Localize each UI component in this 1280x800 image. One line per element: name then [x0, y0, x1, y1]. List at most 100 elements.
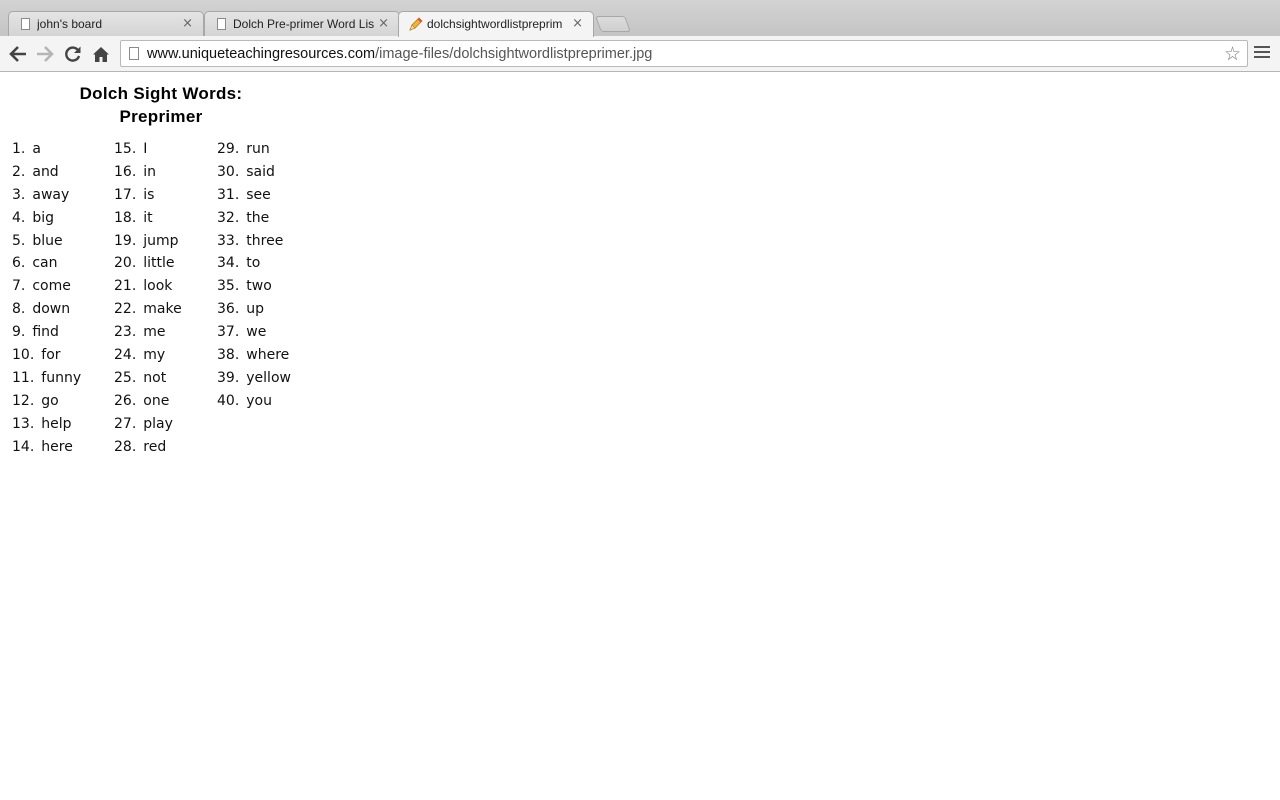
- title-line-2: Preprimer: [119, 107, 203, 126]
- bookmark-star-icon[interactable]: ☆: [1224, 43, 1241, 65]
- sight-word: three: [246, 232, 284, 249]
- word-number: 16.: [114, 163, 137, 180]
- list-item: 5. blue: [12, 230, 81, 253]
- sight-word: red: [143, 438, 167, 455]
- new-tab-button[interactable]: [595, 16, 631, 32]
- word-number: 15.: [114, 141, 137, 157]
- sight-word: play: [143, 415, 173, 432]
- sight-word: where: [246, 347, 290, 364]
- sight-word: big: [32, 209, 55, 226]
- list-item: 26. one: [114, 390, 182, 413]
- word-number: 32.: [217, 209, 240, 226]
- list-item: 2. and: [12, 161, 81, 184]
- list-item: 3. away: [12, 184, 81, 207]
- word-number: 25.: [114, 369, 137, 386]
- word-column-2: 15. I 16. in 17. is 18. it 19. jump 20. little 21. lo…: [114, 138, 182, 458]
- word-number: 37.: [217, 324, 240, 341]
- tab-title: dolchsightwordlistpreprim: [427, 17, 563, 31]
- sight-word: run: [246, 141, 270, 157]
- word-number: 8.: [12, 301, 26, 318]
- word-number: 4.: [12, 209, 26, 226]
- tab-strip: john's board × Dolch Pre-primer Word Lis…: [0, 0, 1280, 37]
- close-icon[interactable]: ×: [572, 16, 583, 31]
- forward-arrow-icon: [37, 46, 54, 62]
- sight-word: look: [143, 278, 173, 295]
- sight-word: go: [41, 392, 59, 409]
- word-number: 28.: [114, 438, 137, 455]
- word-number: 27.: [114, 415, 137, 432]
- close-icon[interactable]: ×: [182, 16, 193, 31]
- url-path: /image-files/dolchsightwordlistpreprimer…: [375, 46, 653, 62]
- word-number: 18.: [114, 209, 137, 226]
- sight-word: not: [143, 369, 167, 386]
- list-item: 8. down: [12, 298, 81, 321]
- sight-word: can: [32, 255, 58, 272]
- tab-title: Dolch Pre-primer Word Lis: [233, 17, 375, 31]
- list-item: 32. the: [217, 207, 291, 230]
- word-number: 21.: [114, 278, 137, 295]
- forward-button[interactable]: [35, 44, 55, 64]
- list-item: 17. is: [114, 184, 182, 207]
- word-number: 36.: [217, 301, 240, 318]
- list-item: 33. three: [217, 230, 291, 253]
- list-item: 27. play: [114, 413, 182, 436]
- sight-word: is: [143, 186, 155, 203]
- pencil-icon: [409, 17, 423, 31]
- image-content: Dolch Sight Words: Preprimer 1. a 2. and 3. a…: [0, 72, 1280, 800]
- url-text[interactable]: www.uniqueteachingresources.com/image-fi…: [147, 46, 652, 62]
- word-number: 11.: [12, 369, 35, 386]
- list-item: 29. run: [217, 138, 291, 161]
- sight-word: funny: [41, 369, 82, 386]
- list-item: 22. make: [114, 298, 182, 321]
- sight-word: blue: [32, 232, 63, 249]
- list-item: 37. we: [217, 321, 291, 344]
- word-number: 38.: [217, 347, 240, 364]
- menu-icon[interactable]: [1254, 46, 1270, 60]
- back-arrow-icon: [9, 46, 26, 62]
- sight-word: make: [143, 301, 182, 318]
- word-number: 40.: [217, 392, 240, 409]
- word-number: 20.: [114, 255, 137, 272]
- sight-word: away: [32, 186, 70, 203]
- sight-word: it: [143, 209, 153, 226]
- sight-word: yellow: [246, 369, 291, 386]
- reload-button[interactable]: [63, 44, 83, 64]
- list-item: 9. find: [12, 321, 81, 344]
- list-item: 15. I: [114, 138, 182, 161]
- tab-dolch-image[interactable]: dolchsightwordlistpreprim ×: [398, 11, 594, 37]
- page-icon: [21, 18, 30, 30]
- word-number: 39.: [217, 369, 240, 386]
- list-item: 1. a: [12, 138, 81, 161]
- word-number: 31.: [217, 186, 240, 203]
- sight-word: one: [143, 392, 170, 409]
- word-number: 23.: [114, 324, 137, 341]
- sight-word: me: [143, 324, 166, 341]
- back-button[interactable]: [8, 44, 28, 64]
- title-line-1: Dolch Sight Words:: [79, 84, 243, 103]
- sight-word: the: [246, 209, 270, 226]
- word-number: 17.: [114, 186, 137, 203]
- address-bar[interactable]: www.uniqueteachingresources.com/image-fi…: [120, 40, 1248, 67]
- page-title: Dolch Sight Words: Preprimer: [40, 82, 282, 128]
- sight-word: see: [246, 186, 271, 203]
- home-button[interactable]: [91, 44, 111, 64]
- list-item: 18. it: [114, 207, 182, 230]
- list-item: 20. little: [114, 252, 182, 275]
- list-item: 31. see: [217, 184, 291, 207]
- word-number: 33.: [217, 232, 240, 249]
- list-item: 21. look: [114, 275, 182, 298]
- tab-dolch-pre-primer[interactable]: Dolch Pre-primer Word Lis ×: [204, 11, 400, 36]
- word-number: 1.: [12, 141, 26, 157]
- word-number: 5.: [12, 232, 26, 249]
- list-item: 35. two: [217, 275, 291, 298]
- close-icon[interactable]: ×: [378, 16, 389, 31]
- list-item: 30. said: [217, 161, 291, 184]
- home-icon: [93, 46, 109, 62]
- page-icon: [217, 18, 226, 30]
- sight-word: we: [246, 324, 267, 341]
- word-number: 7.: [12, 278, 26, 295]
- list-item: 7. come: [12, 275, 81, 298]
- list-item: 4. big: [12, 207, 81, 230]
- tab-johns-board[interactable]: john's board ×: [8, 11, 204, 36]
- list-item: 19. jump: [114, 230, 182, 253]
